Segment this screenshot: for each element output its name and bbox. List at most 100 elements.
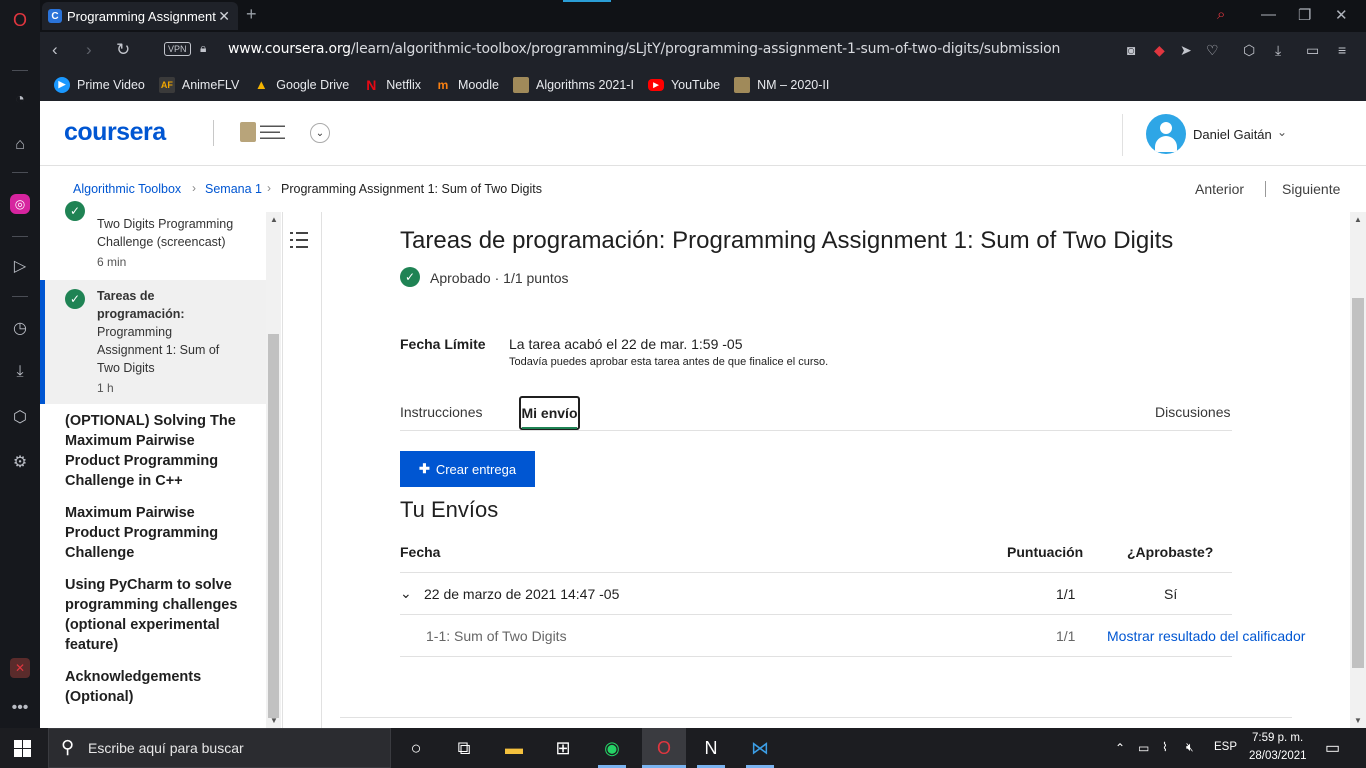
unal-seal-icon <box>734 76 751 93</box>
restore-icon[interactable]: ❐ <box>1298 6 1311 24</box>
bookmark-algorithms[interactable]: Algorithms 2021-I <box>512 76 634 93</box>
tray-chevron-up-icon[interactable]: ⌃ <box>1115 741 1125 755</box>
menu-icon[interactable]: ≡ <box>1338 42 1346 58</box>
back-arrow-icon[interactable]: ‹ <box>52 40 58 60</box>
scroll-up-arrow-icon[interactable]: ▲ <box>270 215 278 224</box>
sidebar-scrollbar[interactable]: ▲ ▼ <box>266 212 281 728</box>
chevron-down-icon[interactable]: ⌄ <box>1277 125 1287 139</box>
sidebar-section-optional-cpp[interactable]: (OPTIONAL) Solving The Maximum Pairwise … <box>65 411 255 491</box>
task-view-icon[interactable]: ⧉ <box>450 734 478 762</box>
adblock-shield-icon[interactable]: ◆ <box>1154 42 1165 59</box>
bookmark-label: Prime Video <box>77 77 145 92</box>
avatar[interactable] <box>1146 114 1186 154</box>
search-tabs-icon[interactable]: ⌕ <box>1217 6 1225 23</box>
scroll-up-arrow-icon[interactable]: ▲ <box>1354 215 1362 224</box>
minimize-icon[interactable]: — <box>1261 6 1276 23</box>
clock-date[interactable]: 28/03/2021 <box>1249 750 1307 762</box>
user-name[interactable]: Daniel Gaitán <box>1193 127 1272 142</box>
scrollbar-thumb[interactable] <box>268 334 279 718</box>
send-icon[interactable]: ➤ <box>1180 42 1192 59</box>
page-scrollbar[interactable]: ▲ ▼ <box>1350 212 1366 728</box>
sidebar-section-max-pairwise[interactable]: Maximum Pairwise Product Programming Cha… <box>65 503 255 563</box>
previous-link[interactable]: Anterior <box>1195 181 1244 197</box>
extensions-cube-icon[interactable]: ⬡ <box>8 405 32 429</box>
clock-time[interactable]: 7:59 p. m. <box>1252 732 1303 744</box>
opera-taskbar-icon[interactable]: O <box>650 734 678 762</box>
create-submission-label: Crear entrega <box>435 461 517 477</box>
cortana-icon[interactable]: ○ <box>402 734 430 762</box>
history-clock-icon[interactable]: ◷ <box>8 316 32 340</box>
downloads-icon[interactable]: ⤓ <box>8 360 32 384</box>
more-dots-icon[interactable]: ••• <box>8 696 32 720</box>
file-explorer-icon[interactable]: ▬ <box>500 734 528 762</box>
settings-gear-icon[interactable]: ⚙ <box>8 450 32 474</box>
tab-my-submission[interactable]: Mi envío <box>519 396 580 430</box>
bookmark-nm[interactable]: NM – 2020-II <box>734 76 829 93</box>
instagram-icon[interactable]: ◎ <box>10 194 30 214</box>
bookmark-moodle[interactable]: m Moodle <box>435 77 499 93</box>
vscode-icon[interactable]: ⋈ <box>746 734 774 762</box>
coursera-logo[interactable]: coursera <box>64 118 166 147</box>
snapshot-camera-icon[interactable]: ◙ <box>1127 42 1135 58</box>
sidebar-section-line: programming challenges <box>65 597 238 613</box>
speed-dial-icon[interactable]: ◔ <box>8 88 32 112</box>
bookmark-prime-video[interactable]: ▶ Prime Video <box>54 76 145 93</box>
sidebar-item-line: programación: <box>97 307 185 321</box>
expand-chevron-icon[interactable]: ⌄ <box>400 585 412 602</box>
outline-list-icon[interactable] <box>290 230 310 250</box>
breadcrumb-course[interactable]: Algorithmic Toolbox <box>73 182 181 196</box>
tab-discussions[interactable]: Discusiones <box>1155 404 1230 420</box>
sidebar-item-screencast[interactable]: Two Digits Programming Challenge (screen… <box>97 215 233 251</box>
bookmark-google-drive[interactable]: ▲ Google Drive <box>253 77 349 93</box>
bookmark-netflix[interactable]: N Netflix <box>363 77 421 93</box>
battery-icon[interactable]: ▭ <box>1306 42 1319 59</box>
heart-icon[interactable]: ♡ <box>1206 42 1219 59</box>
scrollbar-thumb[interactable] <box>1352 298 1364 668</box>
sidebar-section-pycharm[interactable]: Using PyCharm to solve programming chall… <box>65 575 255 655</box>
chevron-down-icon[interactable]: ⌄ <box>310 123 330 143</box>
notion-icon[interactable]: N <box>697 734 725 762</box>
whatsapp-icon[interactable]: ◉ <box>598 734 626 762</box>
browser-tab[interactable]: C Programming Assignment ✕ <box>42 2 238 30</box>
new-tab-plus-icon[interactable]: + <box>246 4 257 25</box>
column-header-score: Puntuación <box>1007 544 1084 560</box>
input-language[interactable]: ESP <box>1214 741 1237 753</box>
university-logo[interactable]: ▬▬▬▬▬ ▬▬▬▬ ▬▬▬▬▬ <box>240 122 285 142</box>
tools-icon[interactable]: ✕ <box>10 658 30 678</box>
scroll-down-arrow-icon[interactable]: ▼ <box>1354 716 1362 725</box>
sidebar-divider <box>12 236 28 237</box>
network-tray-icon[interactable]: ⌇ <box>1162 740 1168 754</box>
search-icon: ⚲ <box>61 737 75 757</box>
volume-muted-icon[interactable]: 🔇︎ <box>1186 740 1194 755</box>
cube-icon[interactable]: ⬡ <box>1243 42 1255 59</box>
sidebar-section-acknowledgements[interactable]: Acknowledgements (Optional) <box>65 667 255 707</box>
sidebar-section-line: (optional experimental <box>65 617 220 633</box>
url-field[interactable]: www.coursera.org/learn/algorithmic-toolb… <box>228 41 1060 57</box>
store-icon[interactable]: ⊞ <box>549 734 577 762</box>
submission-date[interactable]: 22 de marzo de 2021 14:47 -05 <box>424 586 619 602</box>
notifications-icon[interactable]: ▭ <box>1325 738 1340 758</box>
tab-instructions[interactable]: Instrucciones <box>400 404 482 420</box>
bookmark-youtube[interactable]: ▶ YouTube <box>647 78 720 92</box>
vpn-badge[interactable]: VPN <box>164 42 191 56</box>
windows-start-icon[interactable] <box>14 740 31 757</box>
close-window-icon[interactable]: ✕ <box>1335 6 1348 24</box>
next-link[interactable]: Siguiente <box>1282 181 1340 197</box>
shopping-bag-icon[interactable]: ⌂ <box>8 133 32 157</box>
bookmark-animeflv[interactable]: AF AnimeFLV <box>158 76 239 93</box>
university-logo-text-graphic: ▬▬▬▬▬ ▬▬▬▬ ▬▬▬▬▬ <box>260 123 285 141</box>
forward-arrow-icon[interactable]: › <box>86 40 92 60</box>
close-tab-icon[interactable]: ✕ <box>218 8 230 25</box>
create-submission-button[interactable]: ✚ Crear entrega <box>400 451 535 487</box>
reload-icon[interactable]: ↻ <box>116 40 130 60</box>
battery-tray-icon[interactable]: ▭ <box>1138 741 1149 755</box>
scroll-down-arrow-icon[interactable]: ▼ <box>270 716 278 725</box>
player-icon[interactable]: ▷ <box>8 254 32 278</box>
opera-logo-icon[interactable]: O <box>8 8 32 32</box>
download-icon[interactable]: ⤓ <box>1275 42 1281 59</box>
show-grader-output-link[interactable]: Mostrar resultado del calificador <box>1107 628 1305 644</box>
breadcrumb-week[interactable]: Semana 1 <box>205 182 262 196</box>
sidebar-section-line: (Optional) <box>65 689 134 705</box>
submissions-title: Tu Envíos <box>400 497 499 522</box>
header-divider <box>213 120 214 146</box>
